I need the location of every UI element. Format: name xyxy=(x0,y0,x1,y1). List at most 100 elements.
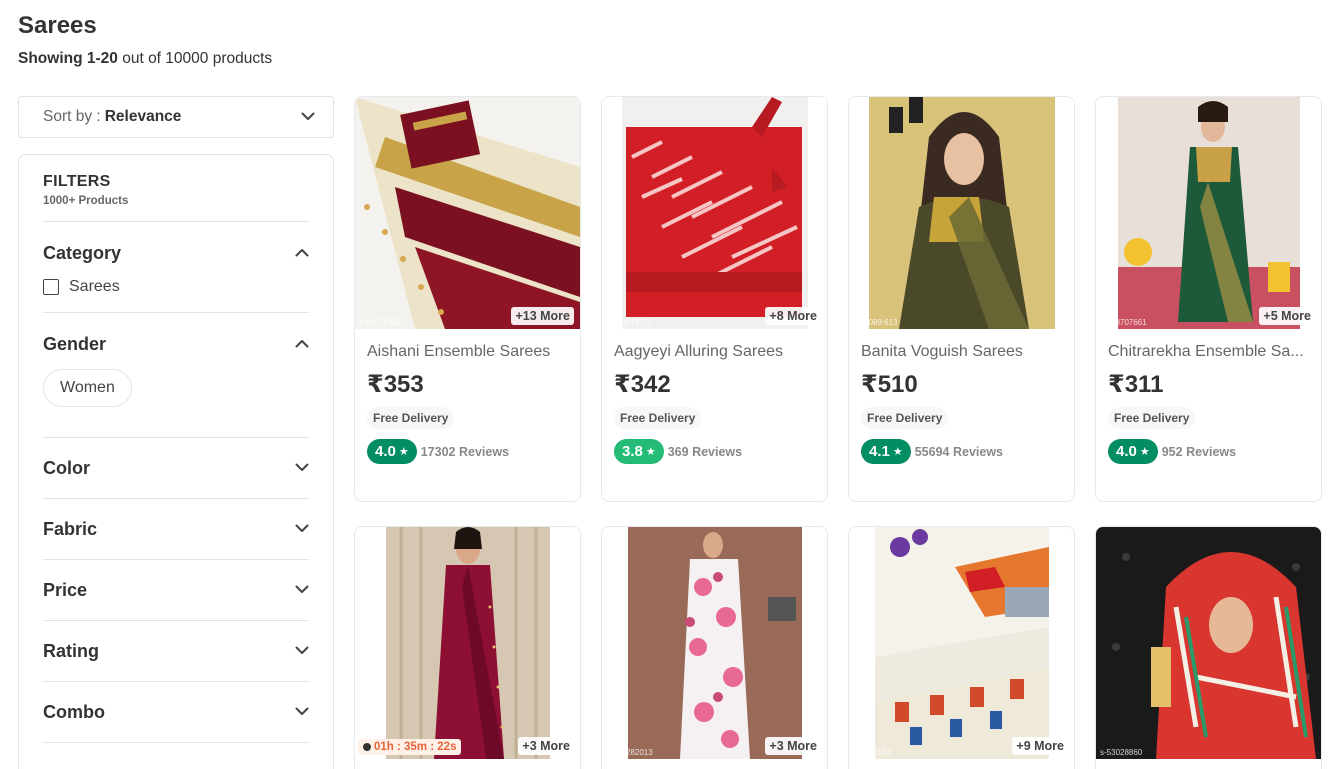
chevron-down-icon xyxy=(295,642,309,660)
product-card[interactable]: s-468571775 +8 More Aagyeyi Alluring Saree… xyxy=(601,96,828,502)
deal-timer: 01h : 35m : 22s xyxy=(358,739,462,755)
product-sku: s-53028860 xyxy=(1100,748,1143,757)
product-sku: s-3242183 xyxy=(853,748,891,757)
collapsed-filters: Color Fabric Price Rating Combo xyxy=(43,438,309,743)
page-title: Sarees xyxy=(18,12,97,39)
product-info: Chitrarekha Ensemble Sa... ₹311 Free Deliv… xyxy=(1096,329,1321,476)
product-card[interactable]: 01h : 35m : 22s +3 More xyxy=(354,526,581,769)
filter-combo-title: Combo xyxy=(43,701,105,722)
saree-photo-model-pink-floral xyxy=(627,527,802,759)
product-card[interactable]: s-528707661 +5 More Chitrarekha Ensemble S… xyxy=(1095,96,1322,502)
product-image[interactable]: s-53028860 xyxy=(1096,527,1321,759)
more-variants-badge: +5 More xyxy=(1259,307,1315,325)
product-image[interactable]: s-50089:613 xyxy=(849,97,1074,329)
result-count-range: Showing 1-20 xyxy=(18,50,118,67)
product-price: ₹342 xyxy=(614,371,671,398)
saree-photo-white-printed xyxy=(874,527,1049,759)
more-variants-badge: +9 More xyxy=(1012,737,1068,755)
filter-fabric-header[interactable]: Fabric xyxy=(43,499,309,559)
chevron-up-icon xyxy=(295,335,309,353)
product-sku: s-56676332 xyxy=(359,318,402,327)
chevron-down-icon xyxy=(295,520,309,538)
saree-photo-model-wine xyxy=(385,527,550,759)
free-delivery-badge: Free Delivery xyxy=(1108,407,1196,429)
filter-price-title: Price xyxy=(43,579,88,600)
sort-value: Relevance xyxy=(104,108,182,125)
rating-row: 4.0 ★ 17302 Reviews xyxy=(367,439,568,464)
product-price: ₹311 xyxy=(1108,371,1164,398)
product-sku: s-406282013 xyxy=(606,748,653,757)
saree-photo-cream-maroon xyxy=(355,97,580,329)
rating-badge: 4.1 ★ xyxy=(861,439,911,464)
rating-row: 4.1 ★ 55694 Reviews xyxy=(861,439,1062,464)
product-card[interactable]: s-50089:613 Banita Voguish Sarees ₹510 Free… xyxy=(848,96,1075,502)
star-icon: ★ xyxy=(892,446,903,458)
more-variants-badge: +3 More xyxy=(765,737,821,755)
filter-rating-header[interactable]: Rating xyxy=(43,621,309,681)
product-name[interactable]: Banita Voguish Sarees xyxy=(861,343,1062,361)
chevron-down-icon xyxy=(301,108,315,126)
product-card[interactable]: s-56676332 +13 More Aishani Ensemble Saree… xyxy=(354,96,581,502)
checkbox[interactable] xyxy=(43,279,59,295)
deal-timer-text: 01h : 35m : 22s xyxy=(374,741,457,753)
filter-category-title: Category xyxy=(43,242,122,263)
more-variants-badge: +3 More xyxy=(518,737,574,755)
filter-price-header[interactable]: Price xyxy=(43,560,309,620)
product-card[interactable]: s-53028860 xyxy=(1095,526,1322,769)
filter-category-header[interactable]: Category xyxy=(43,222,309,284)
product-name[interactable]: Aishani Ensemble Sarees xyxy=(367,343,568,361)
filter-option-sarees[interactable]: Sarees xyxy=(43,276,309,298)
rating-value: 4.0 xyxy=(1116,443,1137,460)
filters-product-count: 1000+ Products xyxy=(43,195,129,207)
filter-combo-header[interactable]: Combo xyxy=(43,682,309,742)
product-sku: s-528707661 xyxy=(1100,318,1147,327)
rating-badge: 3.8 ★ xyxy=(614,439,664,464)
review-count: 952 Reviews xyxy=(1161,444,1237,459)
saree-photo-red-leheriya xyxy=(621,97,808,329)
product-name[interactable]: Chitrarekha Ensemble Sa... xyxy=(1108,343,1309,361)
clock-icon xyxy=(363,743,371,751)
product-info: Aagyeyi Alluring Sarees ₹342 Free Delivery… xyxy=(602,329,827,476)
chevron-up-icon xyxy=(295,244,309,262)
product-image[interactable]: s-528707661 +5 More xyxy=(1096,97,1321,329)
product-image[interactable]: s-56676332 +13 More xyxy=(355,97,580,329)
filter-rating-title: Rating xyxy=(43,640,99,661)
filter-option-label: Sarees xyxy=(69,278,120,295)
rating-badge: 4.0 ★ xyxy=(1108,439,1158,464)
filter-gender-title: Gender xyxy=(43,333,107,354)
product-image[interactable]: s-406282013 +3 More xyxy=(602,527,827,759)
filter-gender-header[interactable]: Gender xyxy=(43,313,309,375)
product-info: Aishani Ensemble Sarees ₹353 Free Delivery… xyxy=(355,329,580,476)
filter-color-title: Color xyxy=(43,457,90,478)
filter-color-header[interactable]: Color xyxy=(43,438,309,498)
star-icon: ★ xyxy=(645,446,656,458)
free-delivery-badge: Free Delivery xyxy=(861,407,949,429)
review-count: 55694 Reviews xyxy=(914,444,1003,459)
rating-value: 3.8 xyxy=(622,443,643,460)
rating-value: 4.1 xyxy=(869,443,890,460)
product-price: ₹510 xyxy=(861,371,918,398)
product-info: Banita Voguish Sarees ₹510 Free Delivery 4.… xyxy=(849,329,1074,476)
product-card[interactable]: s-3242183 +9 More xyxy=(848,526,1075,769)
product-image[interactable]: 01h : 35m : 22s +3 More xyxy=(355,527,580,759)
rating-row: 3.8 ★ 369 Reviews xyxy=(614,439,815,464)
free-delivery-badge: Free Delivery xyxy=(367,407,455,429)
saree-photo-model-olive xyxy=(868,97,1055,329)
product-image[interactable]: s-3242183 +9 More xyxy=(849,527,1074,759)
filters-panel: FILTERS 1000+ Products Category Sarees G… xyxy=(18,154,334,769)
sort-dropdown[interactable]: Sort by : Relevance xyxy=(18,96,334,138)
product-name[interactable]: Aagyeyi Alluring Sarees xyxy=(614,343,815,361)
product-card[interactable]: s-406282013 +3 More xyxy=(601,526,828,769)
result-count-total: out of 10000 products xyxy=(117,50,273,67)
product-sku: s-468571775 xyxy=(606,318,653,327)
product-image[interactable]: s-468571775 +8 More xyxy=(602,97,827,329)
divider xyxy=(43,742,309,743)
result-count: Showing 1-20 out of 10000 products xyxy=(18,50,272,68)
star-icon: ★ xyxy=(398,446,409,458)
more-variants-badge: +13 More xyxy=(511,307,574,325)
sort-label: Sort by : xyxy=(43,108,101,125)
chevron-down-icon xyxy=(295,459,309,477)
product-price: ₹353 xyxy=(367,371,424,398)
rating-row: 4.0 ★ 952 Reviews xyxy=(1108,439,1309,464)
filter-chip-women[interactable]: Women xyxy=(43,369,132,407)
